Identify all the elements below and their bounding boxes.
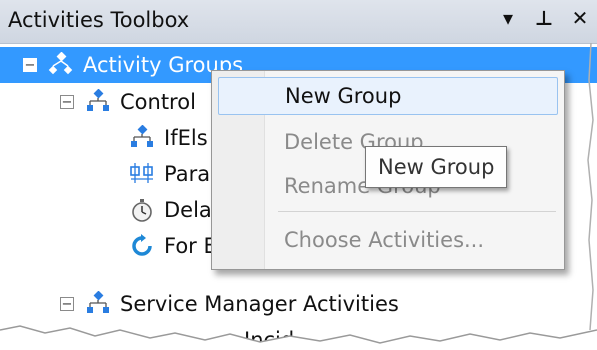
activities-toolbox-panel: Activities Toolbox ▾ ⊥ ✕ − Activity Grou… (0, 0, 597, 350)
torn-edge-decoration (0, 42, 597, 350)
